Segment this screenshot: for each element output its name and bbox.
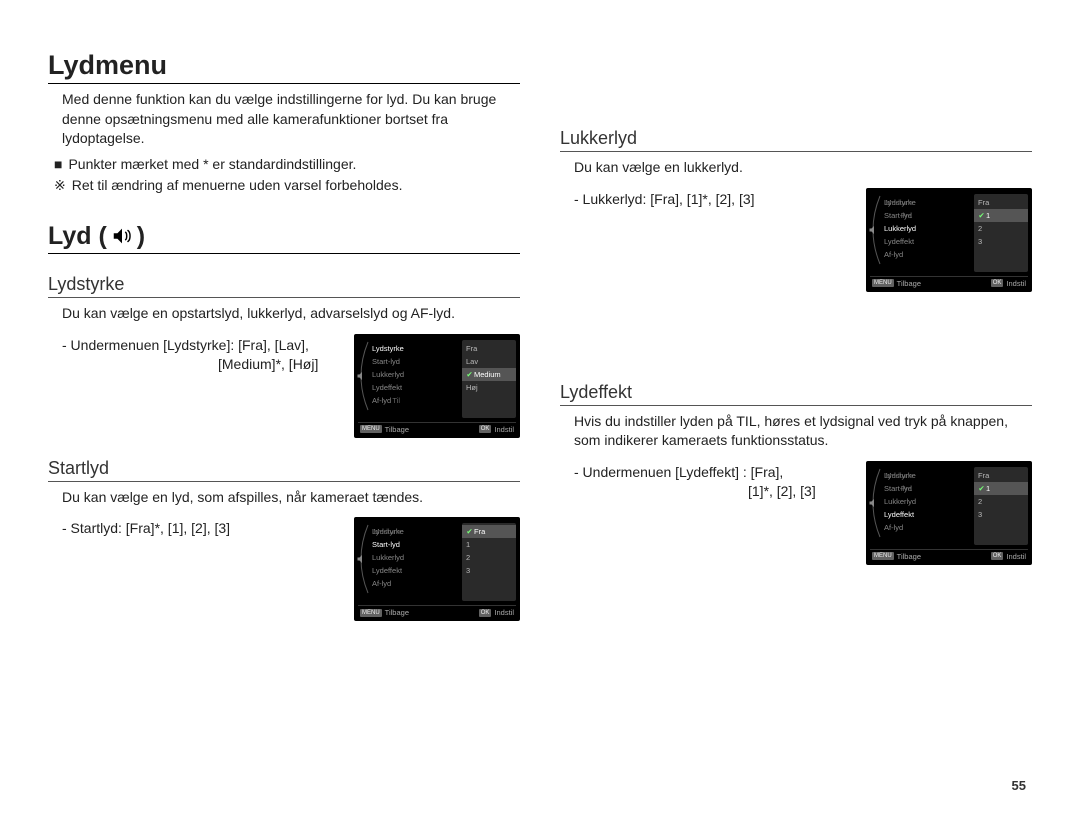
back-button: MENUTilbage xyxy=(872,552,921,561)
lydeffekt-screenshot: LydstyrkeMedium Start-lydFra Lukkerlyd L… xyxy=(866,461,1032,565)
check-icon: ✔ xyxy=(978,482,985,495)
startlyd-desc: Du kan vælge en lyd, som afspilles, når … xyxy=(62,488,520,508)
ok-button: OKIndstil xyxy=(991,552,1026,561)
ok-button: OKIndstil xyxy=(479,425,514,434)
submenu-option: Lav xyxy=(462,355,516,368)
submenu-option: Fra xyxy=(974,469,1028,482)
lydstyrke-sub1: - Undermenuen [Lydstyrke]: [Fra], [Lav], xyxy=(62,336,342,356)
submenu: Fra Lav ✔Medium Høj xyxy=(462,340,516,418)
submenu-option-selected: ✔1 xyxy=(974,209,1028,222)
menu-item: Af-lyd xyxy=(884,521,970,534)
menu-item: Start-lydFra xyxy=(884,482,970,495)
startlyd-screenshot: LydstyrkeMedium Start-lyd Lukkerlyd Lyde… xyxy=(354,517,520,621)
lydstyrke-heading: Lydstyrke xyxy=(48,274,520,298)
submenu-option: 2 xyxy=(974,222,1028,235)
right-column: Lukkerlyd Du kan vælge en lukkerlyd. - L… xyxy=(560,50,1032,621)
submenu: ✔Fra 1 2 3 xyxy=(462,523,516,601)
change-note: ※ Ret til ændring af menuerne uden varse… xyxy=(54,176,520,196)
default-note-text: Punkter mærket med * er standardindstill… xyxy=(68,155,356,175)
lydeffekt-sub2: [1]*, [2], [3] xyxy=(560,482,854,502)
lydstyrke-sub2: [Medium]*, [Høj] xyxy=(48,355,342,375)
left-column: Lydmenu Med denne funktion kan du vælge … xyxy=(48,50,520,621)
submenu-option: 2 xyxy=(462,551,516,564)
lyd-heading: Lyd ( ) xyxy=(48,222,520,254)
menu-item: Lukkerlyd xyxy=(372,551,458,564)
menu-item: Start-lydFra xyxy=(884,209,970,222)
submenu-option-selected: ✔Fra xyxy=(462,525,516,538)
menu-item: Start-lyd xyxy=(372,355,458,368)
back-button: MENUTilbage xyxy=(360,425,409,434)
menu-item: LydstyrkeMedium xyxy=(372,525,458,538)
submenu-option: Høj xyxy=(462,381,516,394)
lukkerlyd-screenshot: LydstyrkeMedium Start-lydFra Lukkerlyd L… xyxy=(866,188,1032,292)
default-note: ■ Punkter mærket med * er standardindsti… xyxy=(54,155,520,175)
menu-item: Lukkerlyd xyxy=(884,495,970,508)
submenu-option: Fra xyxy=(462,342,516,355)
back-button: MENUTilbage xyxy=(360,608,409,617)
lukkerlyd-desc: Du kan vælge en lukkerlyd. xyxy=(574,158,1032,178)
lydeffekt-sub1: - Undermenuen [Lydeffekt] : [Fra], xyxy=(574,463,854,483)
submenu-option-selected: ✔Medium xyxy=(462,368,516,381)
speaker-icon xyxy=(868,224,880,236)
reference-mark-icon: ※ xyxy=(54,176,66,196)
check-icon: ✔ xyxy=(978,209,985,222)
lukkerlyd-heading: Lukkerlyd xyxy=(560,128,1032,152)
lydeffekt-desc: Hvis du indstiller lyden på TIL, høres e… xyxy=(574,412,1032,451)
submenu-option: 2 xyxy=(974,495,1028,508)
lydeffekt-heading: Lydeffekt xyxy=(560,382,1032,406)
intro-paragraph: Med denne funktion kan du vælge indstill… xyxy=(62,90,520,149)
menu-item: Lukkerlyd xyxy=(372,368,458,381)
submenu: Fra ✔1 2 3 xyxy=(974,467,1028,545)
menu-item: LydstyrkeMedium xyxy=(884,196,970,209)
speaker-icon xyxy=(868,497,880,509)
startlyd-heading: Startlyd xyxy=(48,458,520,482)
lukkerlyd-sub: - Lukkerlyd: [Fra], [1]*, [2], [3] xyxy=(574,190,854,210)
ok-button: OKIndstil xyxy=(991,279,1026,288)
menu-item: LydstyrkeMedium xyxy=(884,469,970,482)
menu-item: Lukkerlyd xyxy=(884,222,970,235)
page-title: Lydmenu xyxy=(48,50,520,84)
submenu-option: 3 xyxy=(974,235,1028,248)
check-icon: ✔ xyxy=(466,368,473,381)
menu-item: Lydstyrke xyxy=(372,342,458,355)
submenu-option: 1 xyxy=(462,538,516,551)
square-bullet-icon: ■ xyxy=(54,155,62,175)
back-button: MENUTilbage xyxy=(872,279,921,288)
ok-button: OKIndstil xyxy=(479,608,514,617)
speaker-icon xyxy=(356,553,368,565)
check-icon: ✔ xyxy=(466,525,473,538)
page-number: 55 xyxy=(1012,778,1026,793)
menu-item: Start-lyd xyxy=(372,538,458,551)
menu-item: Af-lyd xyxy=(884,248,970,261)
lydstyrke-screenshot: Lydstyrke Start-lyd Lukkerlyd Lydeffekt … xyxy=(354,334,520,438)
speaker-icon xyxy=(356,370,368,382)
menu-item: Lydeffekt xyxy=(884,235,970,248)
submenu-option: 3 xyxy=(974,508,1028,521)
menu-item: Af-lyd xyxy=(372,577,458,590)
lydstyrke-desc: Du kan vælge en opstartslyd, lukkerlyd, … xyxy=(62,304,520,324)
menu-item: Af-lydTil xyxy=(372,394,458,407)
submenu-option: 3 xyxy=(462,564,516,577)
menu-item: Lydeffekt xyxy=(372,564,458,577)
menu-item: Lydeffekt xyxy=(372,381,458,394)
submenu-option-selected: ✔1 xyxy=(974,482,1028,495)
submenu-option: Fra xyxy=(974,196,1028,209)
startlyd-sub: - Startlyd: [Fra]*, [1], [2], [3] xyxy=(62,519,342,539)
menu-item: Lydeffekt xyxy=(884,508,970,521)
change-note-text: Ret til ændring af menuerne uden varsel … xyxy=(72,176,403,196)
submenu: Fra ✔1 2 3 xyxy=(974,194,1028,272)
speaker-icon xyxy=(111,225,133,247)
